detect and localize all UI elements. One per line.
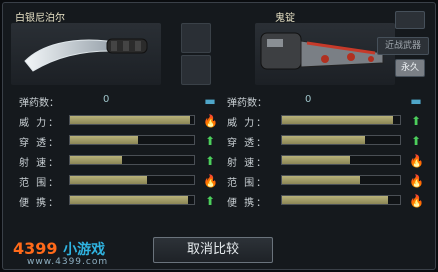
- arrow-up-icon: ⬆: [204, 194, 216, 208]
- right-weapon-image: [255, 23, 395, 85]
- right-attr-label: 范 围：: [227, 178, 269, 189]
- left-attr-bar-fill: [70, 176, 147, 184]
- right-tab-top[interactable]: [395, 11, 425, 29]
- fire-icon: 🔥: [409, 174, 424, 188]
- right-attr-row: 威 力： ⬆: [225, 111, 433, 131]
- comparison-dialog: 白银尼泊尔 弹药数： 0 ▬ 威 力： 🔥 穿 透： ⬆ 射 速： ⬆ 范 围：…: [2, 2, 436, 270]
- left-attr-bar-fill: [70, 156, 123, 164]
- right-attr-label: 威 力：: [227, 118, 269, 129]
- arrow-up-icon: ⬆: [410, 114, 422, 128]
- right-attr-label: 便 携：: [227, 198, 269, 209]
- right-attr-label: 穿 透：: [227, 138, 269, 149]
- right-weapon-panel: 鬼锭 近战武器 永久 弹药数： 0 ▬ 威 力： ⬆ 穿 透： ⬆ 射 速： 🔥 范 围： 🔥…: [225, 9, 433, 233]
- right-attr-bar-fill: [282, 196, 389, 204]
- site-logo: 4399 小游戏: [13, 239, 105, 259]
- fire-icon: 🔥: [203, 114, 218, 128]
- left-thumb-bottom[interactable]: [181, 55, 211, 85]
- right-attr-bar: [281, 175, 401, 185]
- right-attributes: 弹药数： 0 ▬ 威 力： ⬆ 穿 透： ⬆ 射 速： 🔥 范 围： 🔥 便 携： 🔥: [225, 91, 433, 211]
- logo-text: 4399: [13, 239, 58, 258]
- left-attr-bar: [69, 135, 195, 145]
- right-attr-bar: [281, 115, 401, 125]
- left-attr-bar-fill: [70, 136, 139, 144]
- right-ammo-row: 弹药数： 0 ▬: [225, 91, 433, 111]
- fire-icon: 🔥: [409, 194, 424, 208]
- left-attr-bar-fill: [70, 196, 188, 204]
- arrow-up-icon: ⬆: [204, 134, 216, 148]
- chainsaw-blade-icon: [260, 32, 384, 70]
- kukri-knife-icon: [24, 38, 148, 72]
- permanent-tag: 永久: [395, 59, 425, 77]
- left-ammo-value: 0: [103, 94, 110, 105]
- left-attr-row: 射 速： ⬆: [7, 151, 221, 171]
- right-weapon-name: 鬼锭: [275, 13, 295, 24]
- right-attr-row: 穿 透： ⬆: [225, 131, 433, 151]
- left-weapon-image: [11, 23, 161, 85]
- left-attr-row: 威 力： 🔥: [7, 111, 221, 131]
- left-attr-bar: [69, 115, 195, 125]
- logo-url: www.4399.com: [27, 257, 109, 267]
- right-attr-bar-fill: [282, 156, 351, 164]
- left-weapon-name: 白银尼泊尔: [15, 13, 65, 24]
- dash-icon: ▬: [204, 94, 216, 108]
- left-attr-label: 便 携：: [19, 198, 61, 209]
- left-thumb-top[interactable]: [181, 23, 211, 53]
- right-attr-row: 射 速： 🔥: [225, 151, 433, 171]
- logo-subtitle: 小游戏: [63, 242, 106, 258]
- left-attr-label: 穿 透：: [19, 138, 61, 149]
- right-attr-bar: [281, 135, 401, 145]
- bottom-bar: 4399 小游戏 www.4399.com 取消比较: [3, 235, 435, 271]
- left-weapon-panel: 白银尼泊尔 弹药数： 0 ▬ 威 力： 🔥 穿 透： ⬆ 射 速： ⬆ 范 围：…: [7, 9, 221, 233]
- left-attr-bar: [69, 195, 195, 205]
- left-attr-bar: [69, 155, 195, 165]
- left-attr-bar-fill: [70, 116, 191, 124]
- fire-icon: 🔥: [409, 154, 424, 168]
- right-attr-label: 射 速：: [227, 158, 269, 169]
- arrow-up-icon: ⬆: [204, 154, 216, 168]
- right-attr-row: 范 围： 🔥: [225, 171, 433, 191]
- arrow-up-icon: ⬆: [410, 134, 422, 148]
- left-attr-label: 威 力：: [19, 118, 61, 129]
- left-attr-row: 穿 透： ⬆: [7, 131, 221, 151]
- left-attr-label: 范 围：: [19, 178, 61, 189]
- right-attr-bar-fill: [282, 176, 360, 184]
- left-ammo-label: 弹药数：: [19, 98, 59, 109]
- right-ammo-label: 弹药数：: [227, 98, 267, 109]
- left-attributes: 弹药数： 0 ▬ 威 力： 🔥 穿 透： ⬆ 射 速： ⬆ 范 围： 🔥 便 携： ⬆: [7, 91, 221, 211]
- cancel-compare-button[interactable]: 取消比较: [153, 237, 273, 263]
- right-attr-bar: [281, 155, 401, 165]
- dash-icon: ▬: [410, 94, 422, 108]
- right-attr-bar-fill: [282, 116, 393, 124]
- right-ammo-value: 0: [305, 94, 312, 105]
- right-attr-row: 便 携： 🔥: [225, 191, 433, 211]
- fire-icon: 🔥: [203, 174, 218, 188]
- left-ammo-row: 弹药数： 0 ▬: [7, 91, 221, 111]
- left-attr-row: 便 携： ⬆: [7, 191, 221, 211]
- right-attr-bar: [281, 195, 401, 205]
- right-attr-bar-fill: [282, 136, 365, 144]
- left-attr-row: 范 围： 🔥: [7, 171, 221, 191]
- left-attr-bar: [69, 175, 195, 185]
- left-attr-label: 射 速：: [19, 158, 61, 169]
- weapon-category-button[interactable]: 近战武器: [377, 37, 429, 55]
